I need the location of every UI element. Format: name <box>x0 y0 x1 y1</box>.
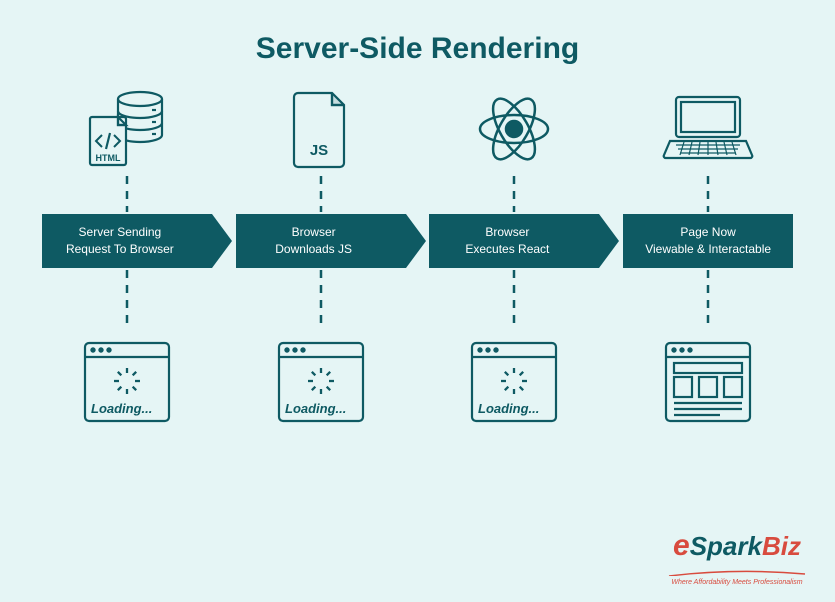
html-file-label: HTML <box>95 153 120 163</box>
loading-browser-icon-1: Loading... <box>79 328 175 438</box>
step-label-1: Server Sending Request To Browser <box>42 214 212 268</box>
logo-swoosh-icon <box>667 570 807 576</box>
diagram-title: Server-Side Rendering <box>0 0 835 84</box>
loading-text-3: Loading... <box>478 401 539 416</box>
step-label-2: Browser Downloads JS <box>236 214 406 268</box>
step-column-1: HTML Server Sending Request To Browser <box>37 84 217 438</box>
loading-text-1: Loading... <box>91 401 152 416</box>
loading-browser-icon-2: Loading... <box>273 328 369 438</box>
step-column-4: Page Now Viewable & Interactable <box>618 84 798 438</box>
step-label-4: Page Now Viewable & Interactable <box>623 214 793 268</box>
server-html-icon: HTML <box>82 84 172 174</box>
js-file-label: JS <box>309 142 327 159</box>
brand-name: eSparkBiz <box>667 529 807 563</box>
brand-logo: eSparkBiz Where Affordability Meets Prof… <box>667 529 807 586</box>
loading-browser-icon-3: Loading... <box>466 328 562 438</box>
react-icon <box>469 84 559 174</box>
step-column-3: Browser Executes React Loading... <box>424 84 604 438</box>
rendered-page-icon <box>660 328 756 438</box>
js-file-icon: JS <box>286 84 356 174</box>
step-column-2: JS Browser Downloads JS Loading... <box>231 84 411 438</box>
loading-text-2: Loading... <box>285 401 346 416</box>
brand-tagline: Where Affordability Meets Professionalis… <box>667 579 807 586</box>
laptop-icon <box>658 84 758 174</box>
step-label-3: Browser Executes React <box>429 214 599 268</box>
